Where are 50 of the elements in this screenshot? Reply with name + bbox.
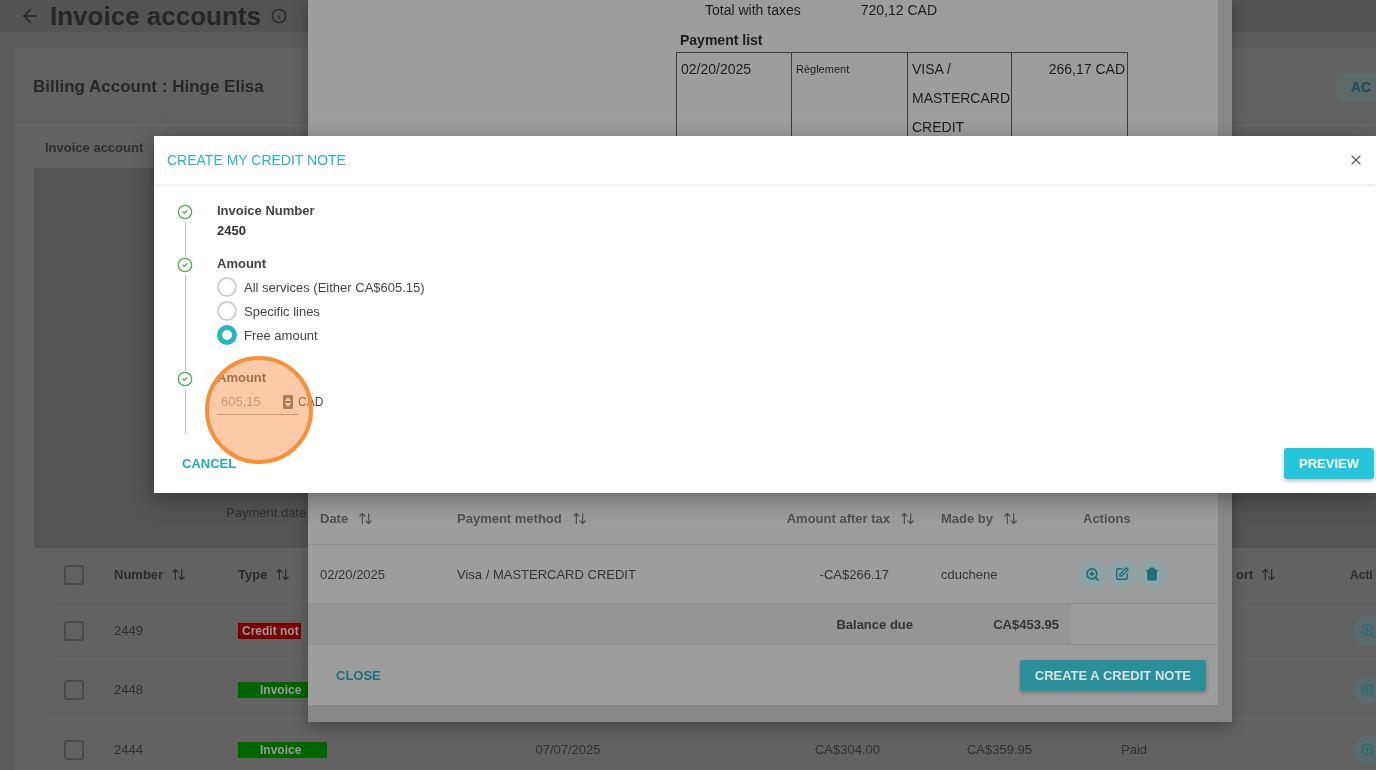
account-title: Billing Account : Hinge Elisa xyxy=(33,76,264,97)
view-button[interactable] xyxy=(1077,559,1107,589)
sort-icon[interactable] xyxy=(1261,567,1277,582)
step-label: Amount xyxy=(217,256,268,271)
totals-value: 720,12 CAD xyxy=(860,2,937,20)
sort-icon[interactable] xyxy=(571,511,587,526)
spinner-icon[interactable] xyxy=(283,395,293,409)
sort-icon[interactable] xyxy=(1003,511,1018,526)
sort-icon[interactable] xyxy=(171,567,187,582)
column-header[interactable]: Amount after tax xyxy=(774,511,929,526)
modal-title: CREATE MY CREDIT NOTE xyxy=(167,152,346,168)
totals-label: Total with taxes xyxy=(705,2,801,20)
trash-icon[interactable] xyxy=(1145,567,1159,581)
checkbox[interactable] xyxy=(64,564,84,585)
table-cell-text: 266,17 CAD xyxy=(1047,60,1126,79)
section-title: Payment list xyxy=(680,32,764,48)
option-label[interactable]: Specific lines xyxy=(244,303,320,319)
cancel-button[interactable]: CANCEL xyxy=(170,449,249,477)
radio-button[interactable] xyxy=(217,325,237,345)
balance-value: CA$453.95 xyxy=(992,616,1060,632)
sort-icon[interactable] xyxy=(275,567,291,582)
account-button[interactable]: AC xyxy=(1336,72,1376,101)
type-tag: Credit not xyxy=(238,622,301,639)
type-tag: Invoice xyxy=(238,741,328,758)
column-header[interactable]: Date xyxy=(308,511,386,526)
zoom-in-icon[interactable] xyxy=(1084,566,1100,582)
radio-button[interactable] xyxy=(217,301,237,321)
create-credit-note-button[interactable]: CREATE A CREDIT NOTE xyxy=(1019,659,1206,691)
table-cell-text: cduchene xyxy=(940,566,999,582)
option-label[interactable]: Free amount xyxy=(244,327,318,343)
delete-button[interactable] xyxy=(1137,559,1167,589)
checkbox[interactable] xyxy=(64,620,84,641)
edit-icon[interactable] xyxy=(1115,567,1129,581)
column-header: Actions xyxy=(1082,511,1132,526)
step-label: Invoice Number xyxy=(217,203,316,218)
balance-label: Balance due xyxy=(835,616,914,632)
checkbox[interactable] xyxy=(64,739,84,760)
table-cell-text: -CA$266.17 xyxy=(818,566,890,582)
sort-icon[interactable] xyxy=(900,511,915,526)
radio-button[interactable] xyxy=(217,277,237,297)
step-value: 2450 xyxy=(217,223,247,238)
table-cell-text: 02/20/2025 xyxy=(319,566,387,582)
preview-button[interactable]: PREVIEW xyxy=(1284,447,1374,479)
column-header[interactable]: Made by xyxy=(929,511,1030,526)
option-label[interactable]: All services (Either CA$605.15) xyxy=(244,279,425,295)
checkbox[interactable] xyxy=(64,679,84,700)
table-cell-text: Visa / MASTERCARD CREDIT xyxy=(456,566,637,582)
column-header[interactable]: Payment method xyxy=(445,511,599,526)
info-icon xyxy=(270,8,287,24)
sort-icon[interactable] xyxy=(358,511,374,526)
